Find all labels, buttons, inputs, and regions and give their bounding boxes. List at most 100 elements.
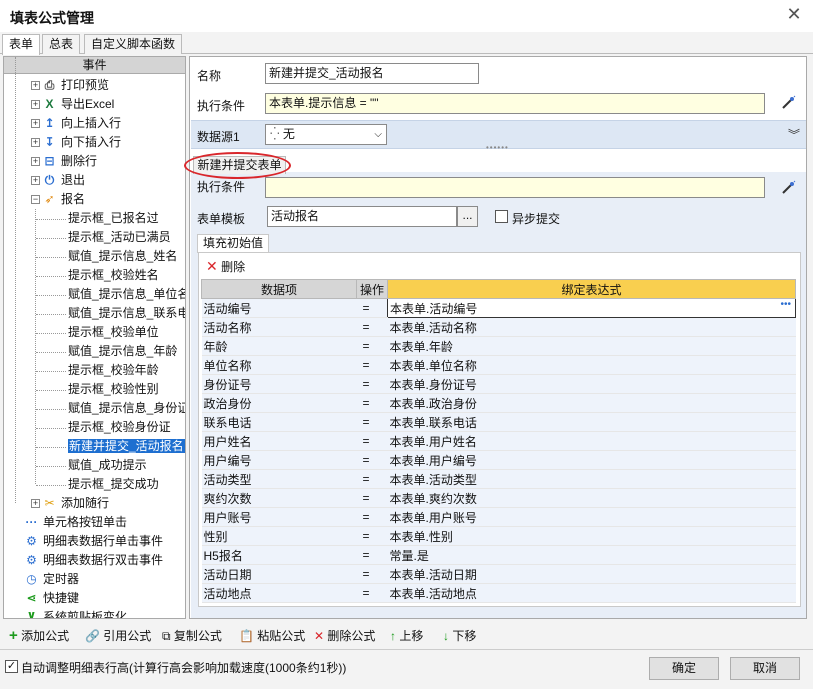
condition-input[interactable]: 本表单.提示信息 = "" — [265, 93, 765, 114]
move-up-button[interactable]: ↑ 上移 — [390, 627, 423, 645]
expression-cell[interactable]: 本表单.联系电话 — [387, 412, 796, 432]
tree-item[interactable]: ⚙ 明细表数据行单击事件 — [24, 532, 163, 551]
data-item-cell[interactable]: 用户姓名 — [201, 431, 357, 451]
table-row[interactable]: 身份证号 = 本表单.身份证号 — [201, 374, 796, 394]
tree-item[interactable]: 提示框_校验身份证 — [68, 418, 171, 437]
operation-cell[interactable]: = — [356, 564, 388, 584]
tree-item[interactable]: 赋值_提示信息_单位名 — [68, 285, 185, 304]
expand-node-icon[interactable]: + — [31, 138, 40, 147]
expression-cell[interactable]: 本表单.年龄 — [387, 336, 796, 356]
copy-formula-button[interactable]: ⧉ 复制公式 — [162, 627, 222, 645]
tree-item[interactable]: ➶ 报名 — [42, 190, 85, 209]
data-item-cell[interactable]: 身份证号 — [201, 374, 357, 394]
expression-cell[interactable]: 本表单.用户账号 — [387, 507, 796, 527]
tree-item[interactable]: ⏻ 退出 — [42, 171, 85, 190]
tab-summary[interactable]: 总表 — [42, 34, 81, 54]
table-row[interactable]: 活动地点 = 本表单.活动地点 — [201, 583, 796, 603]
column-header-data-item[interactable]: 数据项 — [201, 279, 357, 299]
tree-item[interactable]: 赋值_提示信息_年龄 — [68, 342, 177, 361]
table-row[interactable]: 爽约次数 = 本表单.爽约次数 — [201, 488, 796, 508]
expand-node-icon[interactable]: + — [31, 100, 40, 109]
operation-cell[interactable]: = — [356, 526, 388, 546]
tree-item[interactable]: 赋值_提示信息_姓名 — [68, 247, 177, 266]
data-item-cell[interactable]: 活动日期 — [201, 564, 357, 584]
expression-cell[interactable]: 本表单.活动地点 — [387, 583, 796, 603]
expression-cell[interactable]: 本表单.用户编号 — [387, 450, 796, 470]
tree-item[interactable]: ↥ 向上插入行 — [42, 114, 121, 133]
tree-item[interactable]: ◷ 定时器 — [24, 570, 79, 589]
tree-item[interactable]: ↧ 向下插入行 — [42, 133, 121, 152]
ref-formula-button[interactable]: 🔗 引用公式 — [85, 627, 151, 645]
async-submit-checkbox[interactable] — [495, 210, 508, 223]
expression-cell[interactable]: 常量.是 — [387, 545, 796, 565]
tree-item[interactable]: ⊻ 系统剪贴板变化 — [24, 608, 127, 618]
table-row[interactable]: 用户姓名 = 本表单.用户姓名 — [201, 431, 796, 451]
expression-cell[interactable]: 本表单.政治身份 — [387, 393, 796, 413]
table-row[interactable]: 联系电话 = 本表单.联系电话 — [201, 412, 796, 432]
table-row[interactable]: H5报名 = 常量.是 — [201, 545, 796, 565]
tree-item[interactable]: ⎙ 打印预览 — [42, 76, 109, 95]
move-down-button[interactable]: ↓ 下移 — [443, 627, 476, 645]
expression-cell[interactable]: 本表单.单位名称 — [387, 355, 796, 375]
expand-node-icon[interactable]: + — [31, 119, 40, 128]
data-item-cell[interactable]: 单位名称 — [201, 355, 357, 375]
expand-node-icon[interactable]: + — [31, 499, 40, 508]
tree-item[interactable]: 提示框_提交成功 — [68, 475, 159, 494]
data-item-cell[interactable]: 用户编号 — [201, 450, 357, 470]
operation-cell[interactable]: = — [356, 336, 388, 356]
table-row[interactable]: 活动日期 = 本表单.活动日期 — [201, 564, 796, 584]
expression-cell[interactable]: 本表单.爽约次数 — [387, 488, 796, 508]
template-input[interactable]: 活动报名 — [267, 206, 457, 227]
tree-item[interactable]: ⊟ 删除行 — [42, 152, 97, 171]
operation-cell[interactable]: = — [356, 450, 388, 470]
expression-cell[interactable]: 本表单.身份证号 — [387, 374, 796, 394]
data-item-cell[interactable]: 活动名称 — [201, 317, 357, 337]
splitter-dots[interactable]: •••••• — [486, 143, 509, 152]
table-row[interactable]: 用户编号 = 本表单.用户编号 — [201, 450, 796, 470]
expression-cell[interactable]: 本表单.用户姓名 — [387, 431, 796, 451]
data-item-cell[interactable]: 用户账号 — [201, 507, 357, 527]
tree-item[interactable]: 赋值_提示信息_身份证 — [68, 399, 185, 418]
formula-wand-icon[interactable] — [780, 95, 796, 114]
tree-item[interactable]: 提示框_校验姓名 — [68, 266, 159, 285]
data-item-cell[interactable]: 年龄 — [201, 336, 357, 356]
paste-formula-button[interactable]: 📋 粘贴公式 — [239, 627, 305, 645]
operation-cell[interactable]: = — [356, 488, 388, 508]
data-item-cell[interactable]: H5报名 — [201, 545, 357, 565]
operation-cell[interactable]: = — [356, 298, 388, 318]
expand-node-icon[interactable]: + — [31, 81, 40, 90]
expression-cell[interactable]: 本表单.性别 — [387, 526, 796, 546]
expand-node-icon[interactable]: + — [31, 157, 40, 166]
operation-cell[interactable]: = — [356, 393, 388, 413]
tree-item[interactable]: ⚙ 明细表数据行双击事件 — [24, 551, 163, 570]
table-row[interactable]: 单位名称 = 本表单.单位名称 — [201, 355, 796, 375]
tree-item[interactable]: ··· 单元格按钮单击 — [24, 513, 128, 532]
expand-node-icon[interactable]: + — [31, 176, 40, 185]
data-item-cell[interactable]: 性别 — [201, 526, 357, 546]
expression-cell[interactable]: 本表单.活动编号 ••• — [387, 298, 796, 318]
table-row[interactable]: 政治身份 = 本表单.政治身份 — [201, 393, 796, 413]
tree-item[interactable]: 赋值_提示信息_联系电 — [68, 304, 185, 323]
table-row[interactable]: 活动类型 = 本表单.活动类型 — [201, 469, 796, 489]
datasource-select[interactable]: ⁛ 无 ⌵ — [265, 124, 387, 145]
table-row[interactable]: 活动编号 = 本表单.活动编号 ••• — [201, 298, 796, 318]
operation-cell[interactable]: = — [356, 431, 388, 451]
condition2-input[interactable] — [265, 177, 765, 198]
operation-cell[interactable]: = — [356, 469, 388, 489]
operation-cell[interactable]: = — [356, 355, 388, 375]
column-header-operation[interactable]: 操作 — [356, 279, 388, 299]
tree-item[interactable]: ✂ 添加随行 — [42, 494, 109, 513]
data-item-cell[interactable]: 联系电话 — [201, 412, 357, 432]
delete-row-button[interactable]: ✕ 删除 — [206, 257, 245, 275]
operation-cell[interactable]: = — [356, 583, 388, 603]
expression-cell[interactable]: 本表单.活动类型 — [387, 469, 796, 489]
table-row[interactable]: 性别 = 本表单.性别 — [201, 526, 796, 546]
cancel-button[interactable]: 取消 — [730, 657, 800, 680]
operation-cell[interactable]: = — [356, 412, 388, 432]
tree-item[interactable]: 赋值_成功提示 — [68, 456, 147, 475]
operation-cell[interactable]: = — [356, 374, 388, 394]
ok-button[interactable]: 确定 — [649, 657, 719, 680]
operation-cell[interactable]: = — [356, 317, 388, 337]
tab-custom-script[interactable]: 自定义脚本函数 — [84, 34, 183, 54]
data-item-cell[interactable]: 活动编号 — [201, 298, 357, 318]
